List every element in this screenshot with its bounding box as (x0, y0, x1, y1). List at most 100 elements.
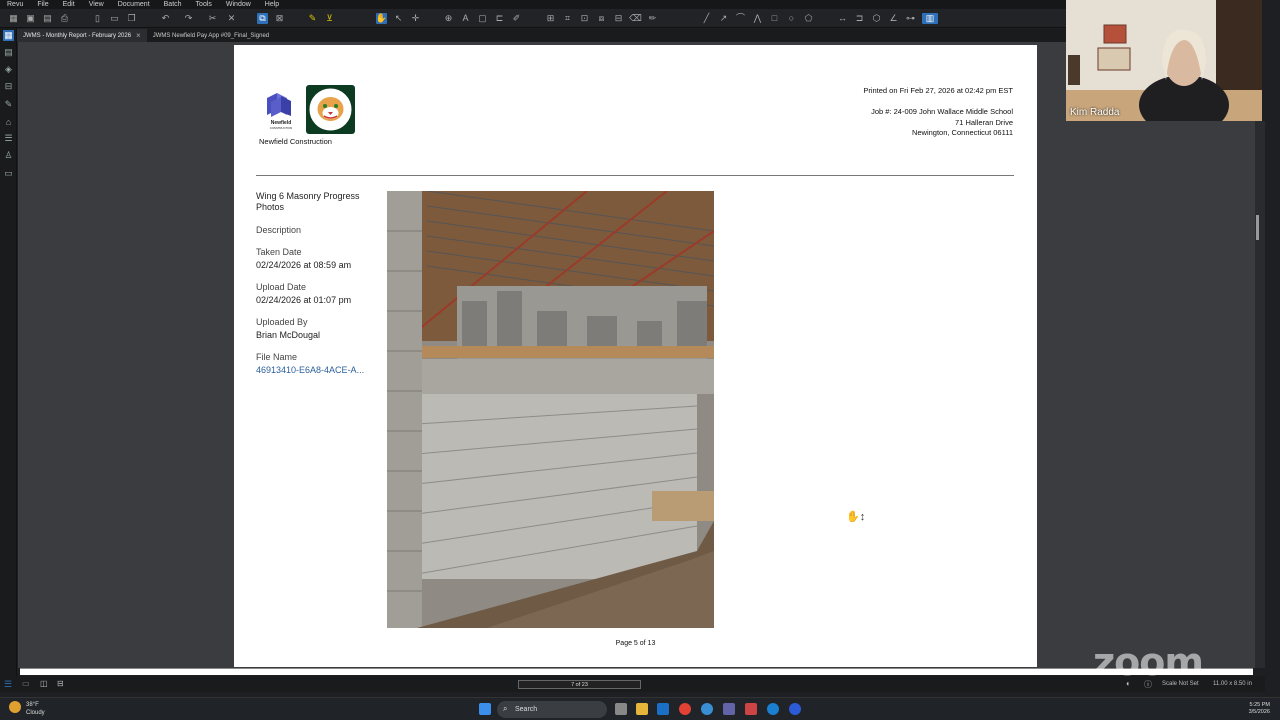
pan-hand-icon[interactable]: ✋ (376, 13, 387, 24)
side-by-side-icon[interactable]: ◫ (40, 679, 48, 688)
page-icon[interactable]: ▯ (92, 13, 103, 24)
select-arrow-icon[interactable]: ↖ (393, 13, 404, 24)
outlook-icon[interactable] (657, 703, 669, 715)
toolchest-icon[interactable]: ⊟ (3, 81, 14, 92)
eraser-icon[interactable]: ⌫ (629, 13, 642, 24)
polygon-icon[interactable]: ⬠ (803, 13, 814, 24)
arc-icon[interactable]: ⌒ (735, 13, 746, 24)
layers-icon[interactable]: ◈ (3, 64, 14, 75)
ellipse-icon[interactable]: ○ (786, 13, 797, 24)
menu-item-document[interactable]: Document (111, 1, 157, 8)
tab-monthly-report[interactable]: JWMS - Monthly Report - February 2026 × (17, 29, 147, 42)
time: 5:25 PM (1249, 702, 1270, 708)
pages-icon[interactable]: ▭ (109, 13, 120, 24)
grid-icon[interactable]: ▦ (8, 13, 19, 24)
highlight-icon[interactable]: ✎ (307, 13, 318, 24)
brush-icon[interactable]: ✏ (647, 13, 658, 24)
horizontal-scrollbar[interactable] (20, 668, 1253, 675)
weather-widget[interactable]: 38°F Cloudy (26, 701, 45, 717)
zoom-app-icon[interactable] (789, 703, 801, 715)
select-text-icon[interactable]: ⧉ (257, 13, 268, 24)
forms-icon[interactable]: ▭ (3, 168, 14, 179)
length-icon[interactable]: ↔ (837, 13, 848, 24)
callout-icon[interactable]: ⊏ (494, 13, 505, 24)
measure-toolset-icon[interactable]: ▥ (922, 13, 938, 24)
save-as-icon[interactable]: ▤ (42, 13, 53, 24)
address-line2: Newington, Connecticut 06111 (911, 128, 1013, 137)
chrome-icon[interactable] (679, 703, 691, 715)
markups-icon[interactable]: ✎ (3, 99, 14, 110)
upload-date-label: Upload Date (256, 282, 307, 292)
windows-start-icon[interactable] (479, 703, 491, 715)
delete-icon[interactable]: ✕ (226, 13, 237, 24)
tags-icon[interactable]: ⌂ (3, 116, 14, 127)
continuous-icon[interactable]: ⊟ (57, 679, 64, 688)
tab-label: JWMS - Monthly Report - February 2026 (23, 32, 132, 39)
edge-icon[interactable] (767, 703, 779, 715)
menu-item-file[interactable]: File (30, 1, 55, 8)
menu-item-batch[interactable]: Batch (157, 1, 189, 8)
list-view-icon[interactable]: ☰ (4, 679, 14, 689)
save-icon[interactable]: ▣ (25, 13, 36, 24)
file-explorer-icon[interactable] (636, 703, 648, 715)
count-icon[interactable]: ⊶ (905, 13, 916, 24)
properties-icon[interactable]: ☰ (3, 133, 14, 144)
system-clock[interactable]: 5:25 PM 3/5/2026 (1249, 702, 1270, 716)
job-info: Job #: 24-009 John Wallace Middle School… (871, 107, 1013, 139)
header-divider (256, 175, 1014, 176)
rectangle-icon[interactable]: □ (769, 13, 780, 24)
menu-item-help[interactable]: Help (258, 1, 286, 8)
snapshot-icon[interactable]: ⊠ (274, 13, 285, 24)
menu-item-window[interactable]: Window (219, 1, 258, 8)
print-icon[interactable]: ⎙ (59, 13, 70, 24)
crop-icon[interactable]: ⌗ (562, 13, 573, 24)
menu-item-revu[interactable]: Revu (0, 1, 30, 8)
app-icon[interactable] (745, 703, 757, 715)
area-icon[interactable]: ⬡ (871, 13, 882, 24)
vertical-scrollbar[interactable] (1255, 121, 1265, 668)
file-name-link[interactable]: 46913410-E6A8-4ACE-A... (256, 365, 381, 375)
windows-taskbar: 38°F Cloudy ⌕ Search 5:25 PM 3/5/2026 (0, 697, 1280, 720)
arrow-icon[interactable]: ↗ (718, 13, 729, 24)
signatures-icon[interactable]: ♙ (3, 150, 14, 161)
taskbar-search[interactable]: ⌕ Search (497, 701, 607, 718)
angle-icon[interactable]: ∠ (888, 13, 899, 24)
link-icon[interactable]: ⊡ (579, 13, 590, 24)
capture-icon[interactable]: ⊟ (613, 13, 624, 24)
copy-icon[interactable]: ❐ (126, 13, 137, 24)
job-number: Job #: 24-009 John Wallace Middle School (871, 107, 1013, 116)
measure-area-icon[interactable]: ⧈ (596, 13, 607, 24)
underline-icon[interactable]: ⊻ (324, 13, 335, 24)
single-page-icon[interactable]: ▭ (22, 679, 30, 688)
bookmarks-icon[interactable]: ▤ (3, 47, 14, 58)
line-icon[interactable]: ╱ (701, 13, 712, 24)
close-icon[interactable]: × (136, 31, 141, 40)
redo-icon[interactable]: ↷ (183, 13, 194, 24)
address-line1: 71 Halleran Drive (955, 117, 1013, 127)
menu-item-view[interactable]: View (82, 1, 111, 8)
undo-icon[interactable]: ↶ (160, 13, 171, 24)
page-footer: Page 5 of 13 (615, 640, 656, 647)
menu-item-tools[interactable]: Tools (189, 1, 219, 8)
polyline-icon[interactable]: ⋀ (752, 13, 763, 24)
scrollbar-thumb[interactable] (1256, 215, 1259, 240)
pen-icon[interactable]: ✐ (511, 13, 522, 24)
text-icon[interactable]: A (460, 13, 471, 24)
stamp-icon[interactable]: ⊕ (443, 13, 454, 24)
crosshair-icon[interactable]: ✛ (410, 13, 421, 24)
image-icon[interactable]: ⊞ (545, 13, 556, 24)
page-indicator[interactable]: 7 of 23 (518, 680, 641, 689)
teams-icon[interactable] (723, 703, 735, 715)
textbox-icon[interactable]: ▢ (477, 13, 488, 24)
menu-item-edit[interactable]: Edit (56, 1, 82, 8)
printed-date: Printed on Fri Feb 27, 2026 at 02:42 pm … (863, 86, 1013, 95)
task-view-icon[interactable] (615, 703, 627, 715)
cut-icon[interactable]: ✂ (207, 13, 218, 24)
search-label: Search (515, 706, 538, 713)
copilot-icon[interactable] (701, 703, 713, 715)
photo-metadata: Wing 6 Masonry Progress Photos Descripti… (256, 191, 381, 387)
perimeter-icon[interactable]: ⊐ (854, 13, 865, 24)
tab-pay-app[interactable]: JWMS Newfield Pay App #09_Final_Signed (147, 29, 275, 42)
weather-icon[interactable] (9, 701, 21, 713)
thumbnails-icon[interactable]: ▦ (3, 30, 14, 41)
